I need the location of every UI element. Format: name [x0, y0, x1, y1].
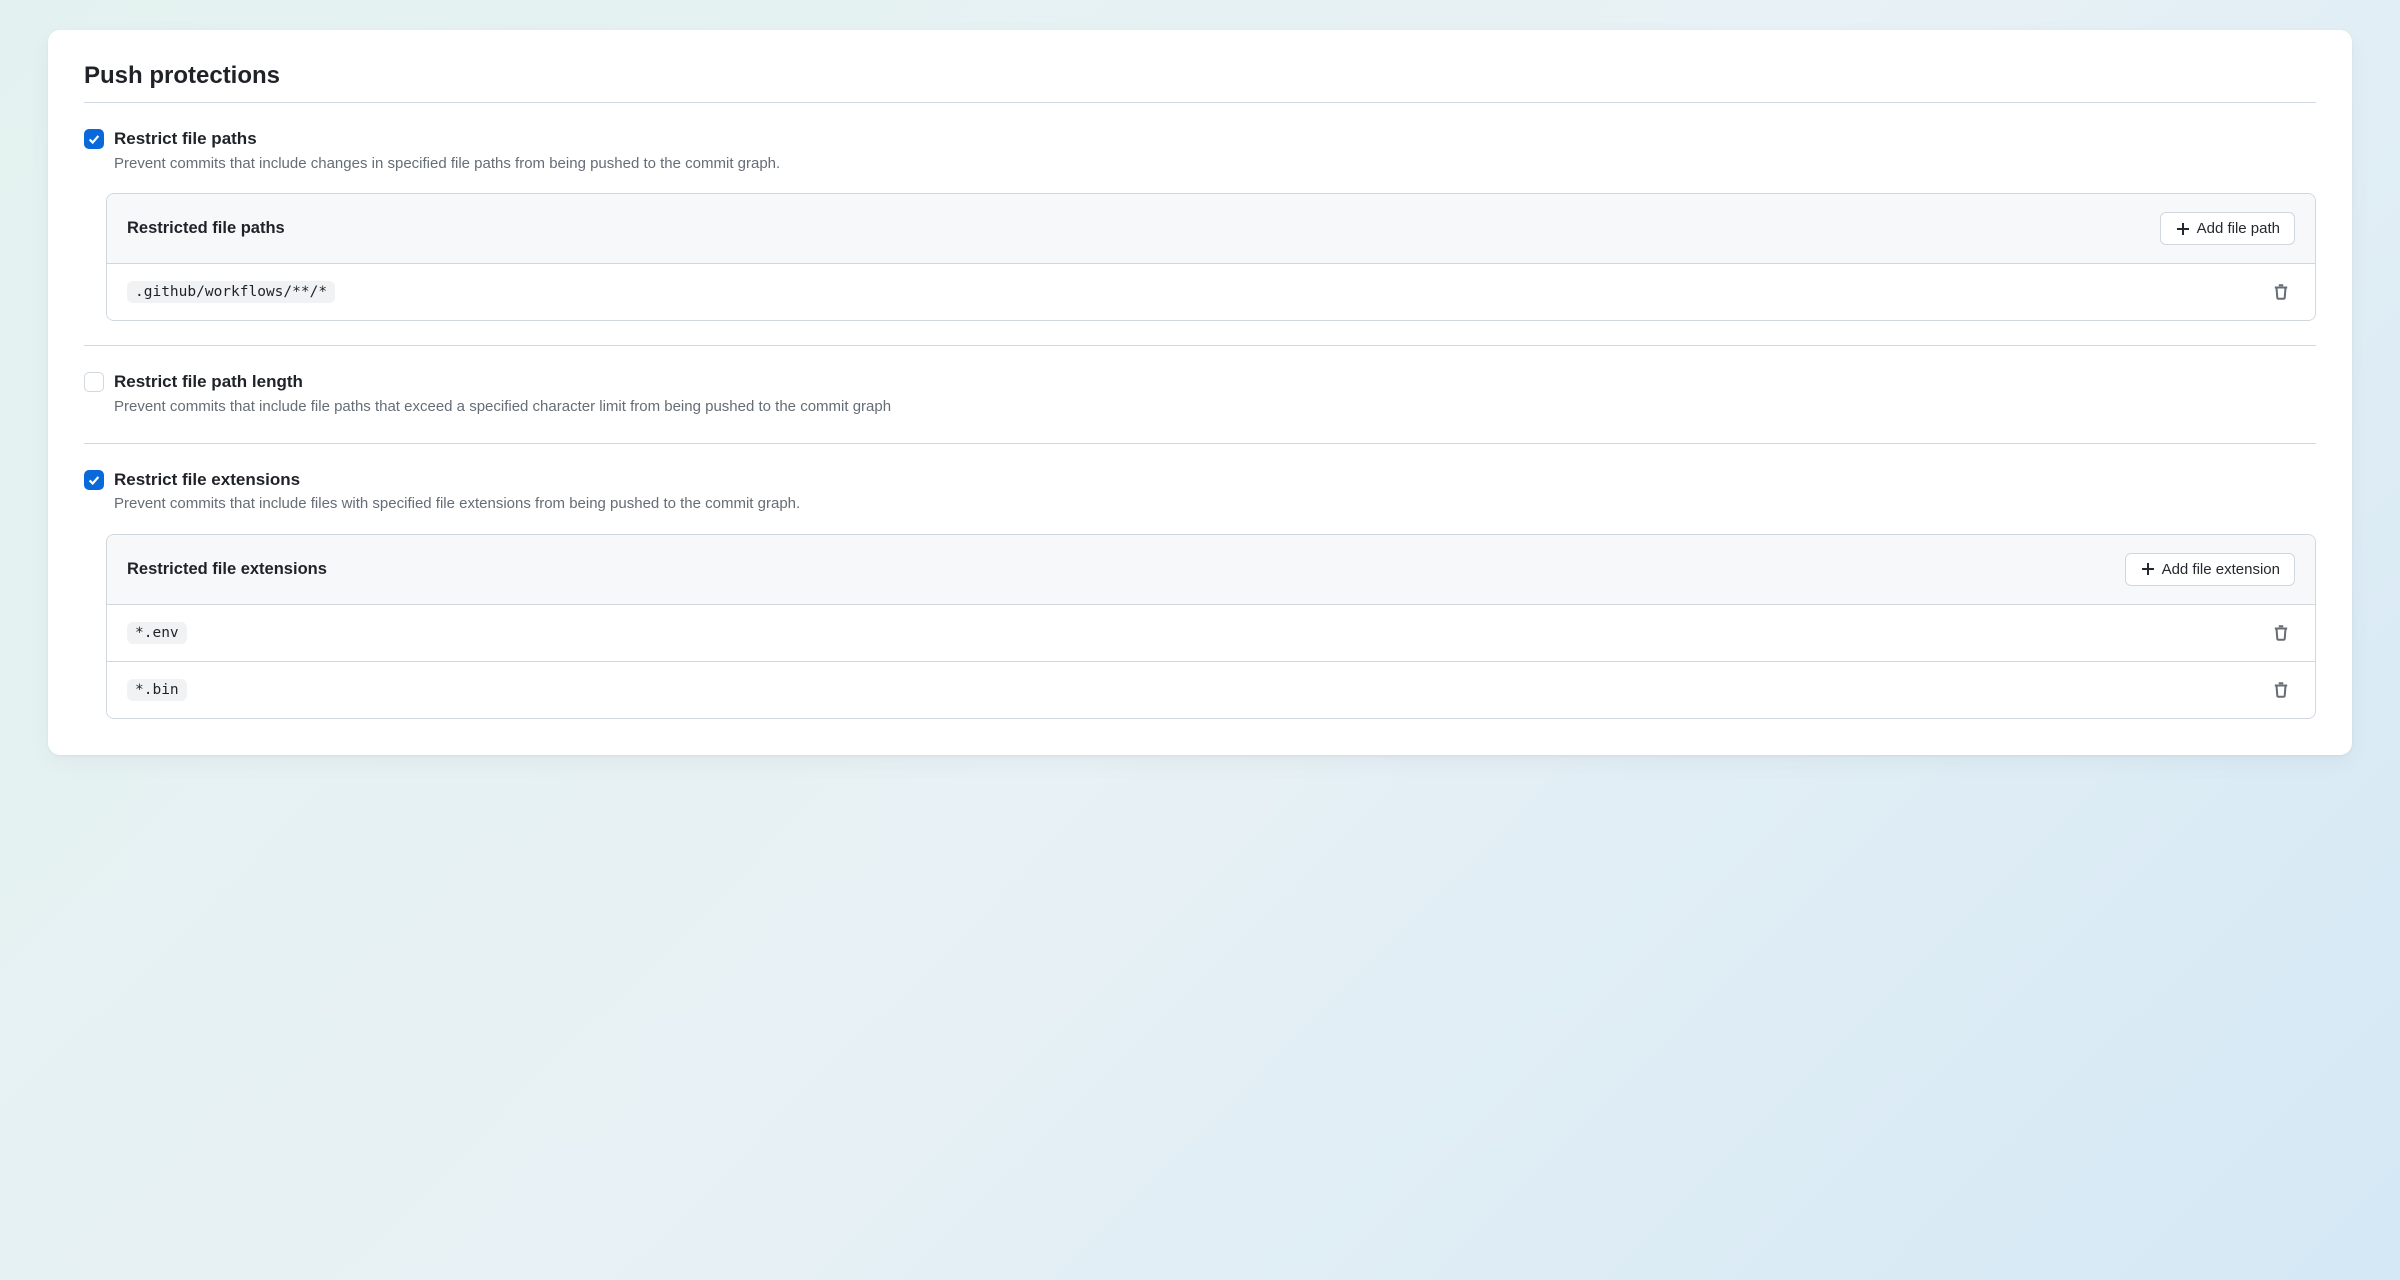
settings-card: Push protections Restrict file paths Pre…: [48, 30, 2352, 755]
list-header-title: Restricted file paths: [127, 219, 285, 238]
file-path-value: .github/workflows/**/*: [127, 281, 335, 303]
check-icon: [87, 132, 101, 146]
checkbox-restrict-file-path-length[interactable]: [84, 372, 104, 392]
checkbox-restrict-file-extensions[interactable]: [84, 470, 104, 490]
setting-restrict-file-path-length: Restrict file path length Prevent commit…: [84, 346, 2316, 443]
list-row: *.bin: [107, 662, 2315, 718]
plus-icon: [2140, 561, 2156, 577]
list-header: Restricted file paths Add file path: [107, 194, 2315, 264]
setting-header: Restrict file extensions Prevent commits…: [84, 468, 2316, 516]
add-button-label: Add file extension: [2162, 561, 2280, 578]
setting-header: Restrict file path length Prevent commit…: [84, 370, 2316, 418]
restricted-file-paths-box: Restricted file paths Add file path .git…: [106, 193, 2316, 321]
delete-file-extension-button[interactable]: [2267, 619, 2295, 647]
file-extension-value: *.env: [127, 622, 187, 644]
setting-restrict-file-paths: Restrict file paths Prevent commits that…: [84, 103, 2316, 346]
setting-description: Prevent commits that include files with …: [114, 493, 2316, 516]
setting-text: Restrict file extensions Prevent commits…: [114, 468, 2316, 516]
add-button-label: Add file path: [2197, 220, 2280, 237]
list-header-title: Restricted file extensions: [127, 560, 327, 579]
setting-restrict-file-extensions: Restrict file extensions Prevent commits…: [84, 444, 2316, 743]
setting-label: Restrict file paths: [114, 127, 2316, 151]
delete-file-path-button[interactable]: [2267, 278, 2295, 306]
setting-description: Prevent commits that include file paths …: [114, 396, 2316, 419]
plus-icon: [2175, 221, 2191, 237]
setting-label: Restrict file path length: [114, 370, 2316, 394]
list-row: *.env: [107, 605, 2315, 662]
add-file-extension-button[interactable]: Add file extension: [2125, 553, 2295, 586]
setting-text: Restrict file paths Prevent commits that…: [114, 127, 2316, 175]
trash-icon: [2272, 624, 2290, 642]
list-row: .github/workflows/**/*: [107, 264, 2315, 320]
checkbox-restrict-file-paths[interactable]: [84, 129, 104, 149]
list-header: Restricted file extensions Add file exte…: [107, 535, 2315, 605]
trash-icon: [2272, 681, 2290, 699]
section-title: Push protections: [84, 62, 2316, 103]
check-icon: [87, 473, 101, 487]
setting-label: Restrict file extensions: [114, 468, 2316, 492]
file-extension-value: *.bin: [127, 679, 187, 701]
trash-icon: [2272, 283, 2290, 301]
delete-file-extension-button[interactable]: [2267, 676, 2295, 704]
restricted-file-extensions-box: Restricted file extensions Add file exte…: [106, 534, 2316, 719]
setting-text: Restrict file path length Prevent commit…: [114, 370, 2316, 418]
setting-description: Prevent commits that include changes in …: [114, 153, 2316, 176]
add-file-path-button[interactable]: Add file path: [2160, 212, 2295, 245]
setting-header: Restrict file paths Prevent commits that…: [84, 127, 2316, 175]
